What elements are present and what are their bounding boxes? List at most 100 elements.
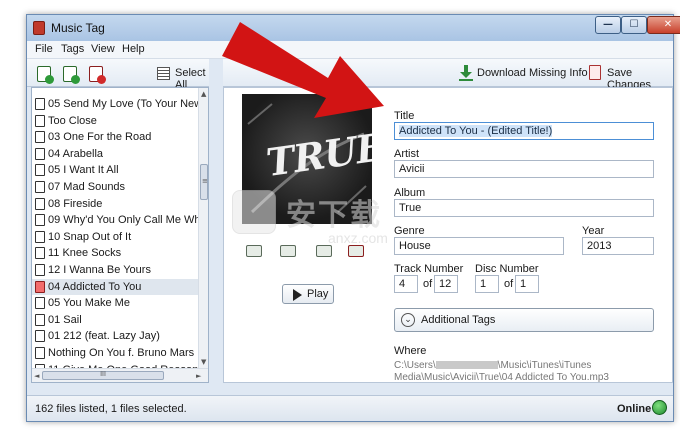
file-list-item[interactable]: 03 One For the Road [32, 129, 198, 145]
file-name: Too Close [48, 114, 97, 127]
file-name: 05 I Want It All [48, 164, 119, 177]
chevron-down-icon: ⌄ [401, 313, 415, 327]
file-list-item[interactable]: 07 Mad Sounds [32, 179, 198, 195]
file-path: C:\Users\ \Music\iTunes\iTunes Media\Musi… [394, 360, 654, 384]
document-icon [35, 131, 45, 144]
horizontal-scroll-thumb[interactable]: III [42, 371, 164, 380]
document-icon [35, 247, 45, 260]
year-label: Year [582, 225, 605, 237]
minimize-button[interactable]: — [595, 16, 621, 34]
app-icon [33, 21, 45, 35]
file-name: 03 One For the Road [48, 131, 152, 144]
file-list-item[interactable]: 09 Why'd You Only Call Me When You' [32, 212, 198, 228]
document-icon [35, 114, 45, 127]
artist-field[interactable]: Avicii [394, 160, 654, 178]
scroll-up-icon[interactable]: ▲ [201, 90, 206, 98]
globe-icon [652, 400, 667, 415]
list-toolbar: Select All [27, 59, 209, 91]
watermark-logo-icon [232, 190, 276, 234]
file-list-item[interactable]: 01 212 (feat. Lazy Jay) [32, 328, 198, 344]
menu-bar: File Tags View Help [27, 41, 673, 59]
track-number-label: Track Number [394, 263, 464, 275]
remove-files-icon[interactable] [89, 66, 106, 84]
disc-number-field[interactable]: 1 [475, 275, 499, 293]
vertical-scrollbar[interactable]: ▲ ≡ ▼ [198, 88, 208, 368]
file-name: 09 Why'd You Only Call Me When You' [48, 214, 198, 227]
scroll-right-icon[interactable]: ► [196, 372, 201, 380]
document-icon [35, 164, 45, 177]
watermark-subtext: anxz.com [328, 230, 388, 246]
watermark-text: 安下载 [286, 199, 382, 232]
scroll-left-icon[interactable]: ◄ [34, 372, 39, 380]
horizontal-scrollbar[interactable]: ◄ III ► [32, 368, 208, 382]
menu-view[interactable]: View [91, 43, 115, 55]
additional-tags-label: Additional Tags [421, 314, 496, 326]
vertical-scroll-thumb[interactable]: ≡ [200, 164, 208, 200]
document-icon [35, 147, 45, 160]
file-list-item[interactable]: Too Close [32, 113, 198, 129]
file-name: 04 Addicted To You [48, 280, 142, 293]
year-field[interactable]: 2013 [582, 237, 654, 255]
title-field[interactable]: Addicted To You - (Edited Title!) [394, 122, 654, 140]
file-list-item[interactable]: Nothing On You f. Bruno Mars [32, 345, 198, 361]
menu-help[interactable]: Help [122, 43, 145, 55]
path-prefix: C:\Users\ [394, 360, 436, 371]
track-total-field[interactable]: 12 [434, 275, 458, 293]
play-label: Play [307, 288, 329, 300]
file-name: 08 Fireside [48, 197, 103, 210]
download-missing-info-button[interactable]: Download Missing Info [477, 67, 588, 79]
file-name: 05 You Make Me [48, 297, 130, 310]
file-list-item[interactable]: 05 Send My Love (To Your New Lover) [32, 96, 198, 112]
document-icon [35, 98, 45, 110]
additional-tags-expander[interactable]: ⌄ Additional Tags [394, 308, 654, 332]
add-files-icon[interactable] [37, 66, 54, 84]
artist-label: Artist [394, 148, 420, 160]
close-button[interactable]: ✕ [647, 16, 680, 34]
file-list-item[interactable]: 04 Addicted To You [32, 278, 198, 295]
file-list[interactable]: 05 Send My Love (To Your New Lover) Too C… [31, 87, 209, 383]
menu-tags[interactable]: Tags [61, 43, 84, 55]
grip-icon: ≡ [202, 177, 208, 185]
document-icon [35, 181, 45, 193]
select-all-icon[interactable] [157, 67, 170, 80]
menu-file[interactable]: File [35, 43, 53, 55]
play-icon [293, 289, 302, 301]
save-icon[interactable] [589, 65, 601, 80]
disc-of-label: of [504, 278, 514, 290]
file-name: 04 Arabella [48, 147, 104, 160]
title-bar[interactable]: Music Tag — ☐ ✕ [27, 15, 680, 41]
file-list-item[interactable]: 08 Fireside [32, 196, 198, 212]
file-name: Nothing On You f. Bruno Mars [48, 347, 195, 359]
track-number-field[interactable]: 4 [394, 275, 418, 293]
file-name: 10 Snap Out of It [48, 230, 132, 243]
online-status: Online [617, 403, 652, 415]
play-button[interactable]: Play [282, 284, 334, 304]
document-icon [35, 297, 45, 310]
file-list-item[interactable]: 01 Sail [32, 312, 198, 328]
file-list-item[interactable]: 04 Arabella [32, 146, 198, 162]
disc-number-label: Disc Number [475, 263, 539, 275]
file-list-item[interactable]: 05 I Want It All [32, 162, 198, 178]
document-icon [35, 330, 45, 343]
status-text: 162 files listed, 1 files selected. [35, 403, 187, 415]
scroll-down-icon[interactable]: ▼ [201, 358, 206, 366]
album-field[interactable]: True [394, 199, 654, 217]
disc-total-field[interactable]: 1 [515, 275, 539, 293]
maximize-button[interactable]: ☐ [621, 16, 647, 34]
document-icon [35, 347, 45, 359]
add-folder-icon[interactable] [63, 66, 80, 84]
file-list-item[interactable]: 10 Snap Out of It [32, 229, 198, 245]
file-name: 07 Mad Sounds [48, 181, 126, 193]
title-value: Addicted To You - (Edited Title!) [399, 125, 553, 137]
window-title: Music Tag [51, 21, 105, 35]
file-name: 11 Knee Socks [48, 247, 122, 260]
track-of-label: of [423, 278, 433, 290]
document-icon [35, 280, 45, 293]
file-list-item[interactable]: 11 Knee Socks [32, 245, 198, 261]
document-icon [35, 214, 45, 227]
file-name: 12 I Wanna Be Yours [48, 264, 151, 276]
document-icon [35, 197, 45, 210]
file-list-item[interactable]: 05 You Make Me [32, 295, 198, 311]
file-list-item[interactable]: 12 I Wanna Be Yours [32, 262, 198, 278]
download-icon[interactable] [459, 65, 473, 81]
